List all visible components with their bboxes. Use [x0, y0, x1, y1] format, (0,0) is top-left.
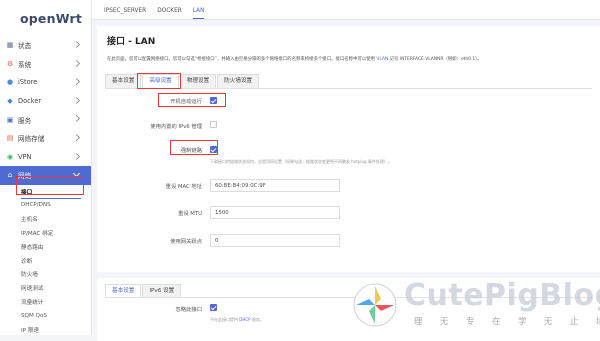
tab-physical-settings[interactable]: 物理设置 [179, 74, 217, 89]
page-description: 在此页面，您可以配置网络接口。您可以勾选“桥接接口”，并输入由空格分隔的多个网络… [107, 57, 482, 62]
tab-ipv6-settings[interactable]: IPv6 设置 [142, 284, 182, 298]
highlight-force-link [170, 140, 218, 155]
chevron-right-icon [72, 40, 81, 49]
submenu-item-speedtest[interactable]: 网速测试 [0, 281, 91, 295]
gateway-metric-input[interactable]: 0 [210, 234, 340, 247]
chevron-right-icon [72, 78, 81, 86]
submenu-item-sqm-qos[interactable]: SQM QoS [0, 309, 91, 323]
mtu-label: 重设 MTU [178, 211, 202, 217]
sidebar-item-status[interactable]: ▦ 状态 [0, 36, 91, 55]
submenu-item-traffic-stats[interactable]: 流量统计 [0, 295, 91, 309]
highlight-autostart [158, 93, 226, 107]
tab-firewall-settings[interactable]: 防火墙设置 [217, 74, 260, 89]
ipv6-management-checkbox[interactable] [210, 121, 217, 128]
dhcp-link[interactable]: DHCP [239, 317, 250, 322]
ignore-interface-label: 忽略此接口 [175, 307, 203, 313]
mac-address-label: 重设 MAC 地址 [165, 184, 202, 190]
tab-lan[interactable]: LAN [192, 8, 205, 19]
submenu-item-ip-mac-binding[interactable]: IP/MAC 绑定 [0, 226, 91, 240]
chevron-right-icon [72, 152, 81, 160]
store-icon: ● [6, 78, 14, 87]
sidebar-menu: ▦ 状态 ⚙ 系统 ● iStore ◆ Docker ▣ 服务 ▤ 网络存储 ◉ VPN ⌂… [0, 36, 91, 185]
sidebar-item-docker[interactable]: ◆ Docker [0, 92, 91, 111]
force-link-hint: 下载接口的链路状态如何，总是用同设置（如果勾选，链路状态变更将不再触发 hotp… [210, 159, 392, 164]
network-icon: ⌂ [7, 171, 13, 180]
ignore-interface-hint: 不在此接口提供 DHCP 服务。 [210, 317, 264, 322]
chevron-right-icon [72, 59, 81, 67]
sidebar-item-services[interactable]: ▣ 服务 [0, 110, 91, 129]
settings-tabs: 基本设置 高级设置 物理设置 防火墙设置 [105, 74, 260, 89]
tab-ipsec-server[interactable]: IPSEC_SERVER [104, 8, 153, 19]
sidebar-item-storage[interactable]: ▤ 网络存储 [0, 129, 91, 148]
page-title: 接口 - LAN [107, 37, 156, 47]
chevron-right-icon [72, 115, 81, 123]
submenu-item-ip-limit[interactable]: IP 限速 [0, 323, 91, 337]
tab-basic-settings[interactable]: 基本设置 [105, 74, 142, 89]
sidebar-item-system[interactable]: ⚙ 系统 [0, 55, 91, 74]
submenu-item-hostnames[interactable]: 主机名 [0, 212, 91, 226]
sidebar: openWrt ▦ 状态 ⚙ 系统 ● iStore ◆ Docker ▣ 服务 ▤ 网络存… [0, 0, 92, 335]
submenu-item-diagnostics[interactable]: 诊断 [0, 254, 91, 268]
sidebar-item-istore[interactable]: ● iStore [0, 73, 91, 92]
mtu-input[interactable]: 1500 [210, 206, 340, 219]
watermark-subtext: 理无专在学无止境 [414, 317, 600, 327]
services-icon: ▣ [6, 115, 14, 124]
app-logo[interactable]: openWrt [0, 0, 91, 36]
tab-docker[interactable]: DOCKER [157, 8, 189, 19]
watermark-text: CutePigBlog [404, 278, 600, 313]
top-tabs: IPSEC_SERVER DOCKER LAN [92, 0, 600, 20]
dhcp-tabs: 基本设置 IPv6 设置 [105, 284, 182, 298]
vlan-link[interactable]: VLAN [376, 57, 388, 62]
gateway-metric-label: 使用网关跃点 [170, 239, 202, 245]
submenu-item-static-routes[interactable]: 静态路由 [0, 240, 91, 254]
docker-icon: ◆ [7, 97, 13, 106]
submenu-item-firewall[interactable]: 防火墙 [0, 268, 91, 282]
highlight-interfaces [16, 176, 84, 195]
storage-icon: ▤ [6, 134, 14, 143]
watermark: CutePigBlog 理无专在学无止境 [352, 278, 600, 335]
mac-address-input[interactable]: 60:BE:B4:09:0C:9F [210, 179, 340, 192]
watermark-logo-icon [353, 283, 397, 327]
highlight-advanced-tab [137, 73, 181, 89]
tab-dhcp-basic[interactable]: 基本设置 [105, 284, 142, 298]
chevron-right-icon [72, 96, 81, 104]
sidebar-item-vpn[interactable]: ◉ VPN [0, 148, 91, 167]
ipv6-management-label: 使用内置的 IPv6 管理 [150, 124, 202, 130]
network-submenu: 接口 DHCP/DNS 主机名 IP/MAC 绑定 静态路由 诊断 防火墙 网速… [0, 185, 91, 337]
chevron-right-icon [72, 133, 81, 142]
submenu-item-dhcp-dns[interactable]: DHCP/DNS [0, 199, 91, 213]
dashboard-icon: ▦ [6, 41, 14, 50]
vpn-icon: ◉ [6, 152, 14, 161]
gear-icon: ⚙ [6, 59, 14, 68]
ignore-interface-checkbox[interactable] [210, 304, 217, 311]
